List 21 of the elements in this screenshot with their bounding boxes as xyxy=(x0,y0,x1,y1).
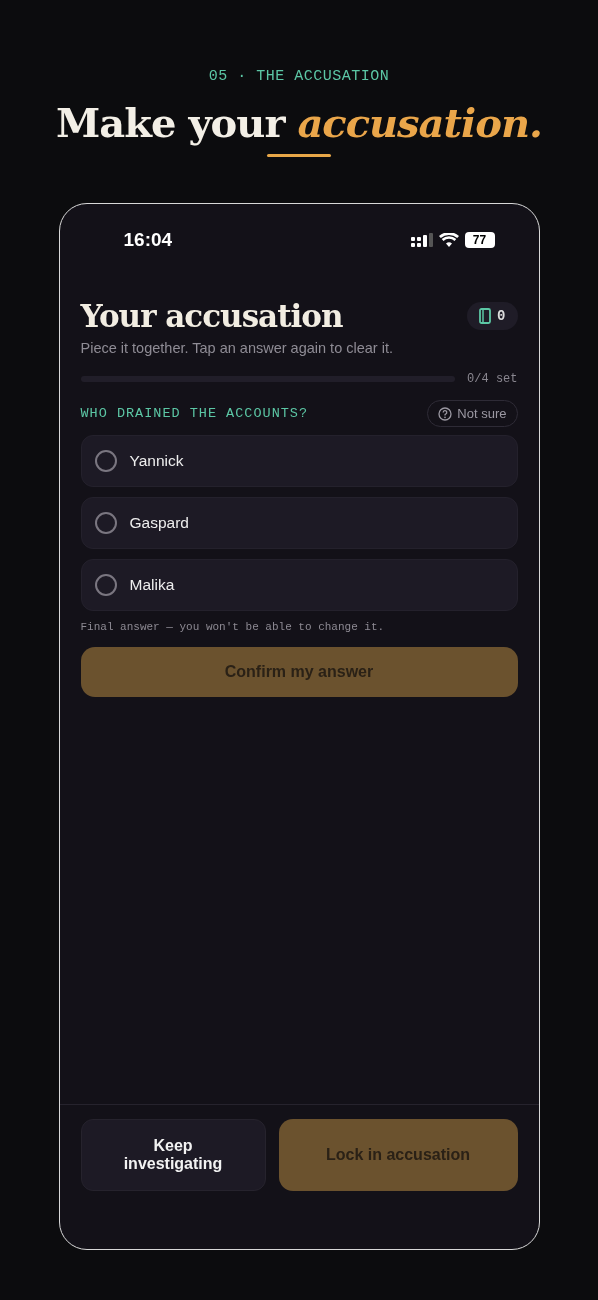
answer-option[interactable]: Gaspard xyxy=(80,497,518,549)
warning-note: Final answer — you won't be able to change it. xyxy=(80,621,386,633)
subtitle: Piece it together. Tap an answer again to clear it. xyxy=(80,340,394,356)
signal-icon xyxy=(410,233,433,247)
wifi-icon xyxy=(438,233,459,247)
radio-icon xyxy=(94,574,117,596)
notes-badge[interactable]: 0 xyxy=(467,302,518,330)
answer-option[interactable]: Malika xyxy=(80,559,518,611)
notebook-icon xyxy=(479,308,492,324)
keep-investigating-button[interactable]: Keep investigating xyxy=(80,1119,266,1191)
answer-option[interactable]: Yannick xyxy=(80,435,518,487)
radio-icon xyxy=(94,450,117,472)
section-label: 05 · THE ACCUSATION xyxy=(208,68,390,85)
radio-icon xyxy=(94,512,117,534)
help-icon xyxy=(438,406,453,421)
question-label: WHO DRAINED THE ACCOUNTS? xyxy=(80,406,309,421)
battery-level: 77 xyxy=(464,232,495,248)
status-time: 16:04 xyxy=(123,229,173,251)
screen-title: Your accusation xyxy=(80,298,343,334)
headline: Make your accusation. xyxy=(56,99,542,146)
progress-reading: 0/4 set xyxy=(467,372,518,386)
